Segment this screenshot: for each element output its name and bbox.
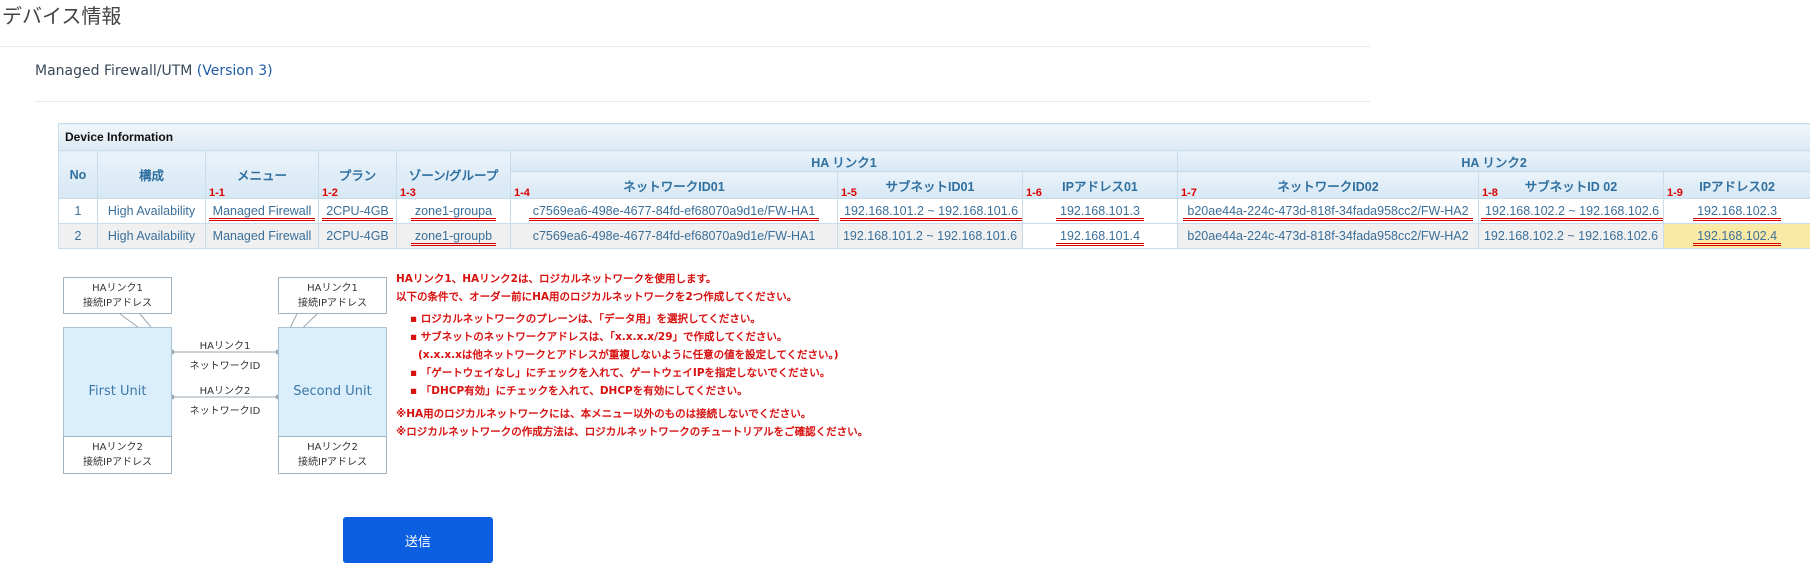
table-caption: Device Information [57,123,1810,151]
ha-link1-label: HAリンク1 ネットワークID [189,341,261,372]
cell-ip02[interactable]: 192.168.102.4 [1662,223,1810,249]
device-information-table: Device Information No 構成 メニュー 1-1 プラン 1-2 … [57,123,1810,249]
note-line: ※ロジカルネットワークの作成方法は、ロジカルネットワークのチュートリアルをご確認… [396,426,869,438]
cell-ip01: 192.168.101.4 [1022,223,1178,249]
cell-plan: 2CPU-4GB [318,223,397,249]
header-subnet-id01: サブネットID01 1-5 [837,171,1023,199]
note-line: ▪ 「DHCP有効」にチェックを入れて、DHCPを有効にしてください。 [410,385,748,397]
submit-button[interactable]: 送信 [343,517,493,563]
header-ip02: IPアドレス02 1-9 [1662,171,1810,199]
header-ha-link2: HA リンク2 [1176,150,1810,172]
header-network-id02: ネットワークID02 1-7 [1177,171,1479,199]
note-line: ※HA用のロジカルネットワークには、本メニュー以外のものは接続しないでください。 [396,408,812,420]
cell-zone: zone1-groupb [396,223,511,249]
page-title: デバイス情報 [2,4,122,28]
note-line: ▪ 「ゲートウェイなし」にチェックを入れて、ゲートウェイIPを指定しないでくださ… [410,367,831,379]
cell-subnet-id02: 192.168.102.2 ~ 192.168.102.6 [1478,198,1664,224]
cell-zone: zone1-groupa [396,198,511,224]
cell-network-id02: b20ae44a-224c-473d-818f-34fada958cc2/FW-… [1177,198,1479,224]
ha2-ip-label-first: HAリンク2 接続IPアドレス [63,436,172,474]
header-no: No [58,150,98,199]
header-ha-link1: HA リンク1 [510,150,1178,172]
header-subnet-id02: サブネットID 02 1-8 [1478,171,1664,199]
product-version: (Version 3) [196,63,273,79]
cell-config: High Availability [97,223,206,249]
cell-subnet-id02: 192.168.102.2 ~ 192.168.102.6 [1478,223,1664,249]
note-line: ▪ ロジカルネットワークのプレーンは、「データ用」を選択してください。 [410,313,761,325]
cell-config: High Availability [97,198,206,224]
cell-menu: Managed Firewall [205,198,319,224]
cell-menu: Managed Firewall [205,223,319,249]
table-row[interactable]: 1 High Availability Managed Firewall 2CP… [58,198,1810,224]
table-row[interactable]: 2 High Availability Managed Firewall 2CP… [58,223,1810,249]
ha-link2-label: HAリンク2 ネットワークID [189,386,261,417]
cell-network-id02: b20ae44a-224c-473d-818f-34fada958cc2/FW-… [1177,223,1479,249]
ha2-ip-label-second: HAリンク2 接続IPアドレス [278,436,387,474]
header-ip01: IPアドレス01 1-6 [1022,171,1178,199]
note-line: (x.x.x.xは他ネットワークとアドレスが重複しないように任意の値を設定してく… [418,349,839,361]
ha1-ip-label-first: HAリンク1 接続IPアドレス [63,277,172,314]
product-name: Managed Firewall/UTM [35,63,197,79]
cell-no: 2 [58,223,98,249]
note-line: ▪ サブネットのネットワークアドレスは、「x.x.x.x/29」で作成してくださ… [410,331,788,343]
cell-plan: 2CPU-4GB [318,198,397,224]
header-zone: ゾーン/グループ 1-3 [396,150,511,199]
cell-network-id01: c7569ea6-498e-4677-84fd-ef68070a9d1e/FW-… [510,223,838,249]
header-menu: メニュー 1-1 [205,150,319,199]
cell-ip01: 192.168.101.3 [1022,198,1178,224]
cell-subnet-id01: 192.168.101.2 ~ 192.168.101.6 [837,198,1023,224]
instructions: HAリンク1、HAリンク2は、ロジカルネットワークを使用します。 以下の条件で、… [396,270,868,441]
cell-ip02: 192.168.102.3 [1662,198,1810,224]
header-network-id01: ネットワークID01 1-4 [510,171,838,199]
ha1-ip-label-second: HAリンク1 接続IPアドレス [278,277,387,314]
cell-network-id01: c7569ea6-498e-4677-84fd-ef68070a9d1e/FW-… [510,198,838,224]
note-line: 以下の条件で、オーダー前にHA用のロジカルネットワークを2つ作成してください。 [396,291,798,303]
divider [35,101,1370,102]
note-line: HAリンク1、HAリンク2は、ロジカルネットワークを使用します。 [396,273,717,285]
header-plan: プラン 1-2 [318,150,397,199]
cell-no: 1 [58,198,98,224]
divider [0,46,1370,47]
product-title: Managed Firewall/UTM (Version 3) [35,63,273,79]
header-config: 構成 [97,150,206,199]
cell-subnet-id01: 192.168.101.2 ~ 192.168.101.6 [837,223,1023,249]
